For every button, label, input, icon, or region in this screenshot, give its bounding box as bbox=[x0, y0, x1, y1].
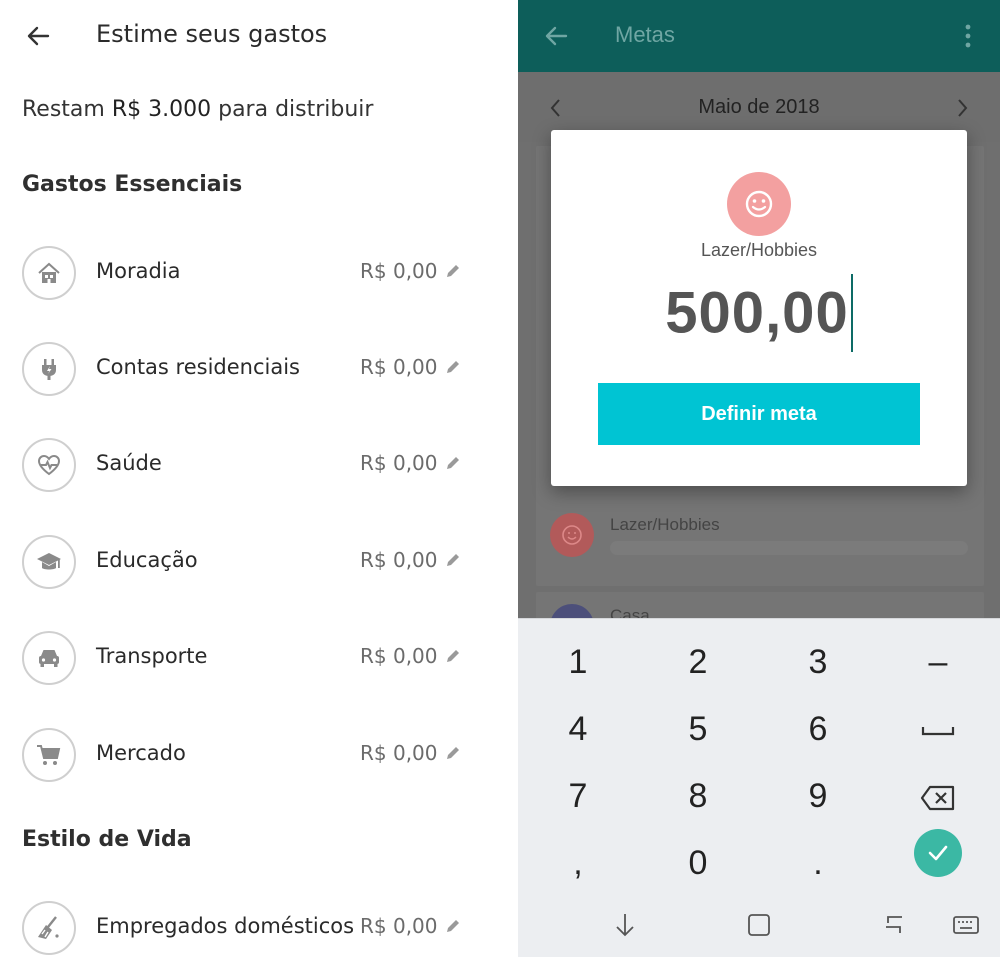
backspace-icon bbox=[920, 785, 955, 811]
set-goal-button[interactable]: Definir meta bbox=[598, 383, 920, 445]
expense-label: Mercado bbox=[96, 741, 186, 765]
goals-screen: Metas Maio de 2018 Lazer/Hobbies Casa La… bbox=[518, 0, 1000, 957]
page-title: Metas bbox=[615, 22, 675, 47]
down-arrow-icon[interactable] bbox=[611, 911, 639, 939]
goal-progress-bar bbox=[610, 541, 968, 555]
section-title-essentials: Gastos Essenciais bbox=[22, 172, 243, 197]
pencil-icon[interactable] bbox=[444, 358, 462, 376]
goal-amount-value: 500,00 bbox=[665, 280, 849, 346]
more-vertical-icon[interactable] bbox=[958, 22, 978, 50]
expense-row-mercado[interactable]: Mercado R$ 0,00 bbox=[0, 715, 518, 795]
remaining-suffix: para distribuir bbox=[218, 97, 374, 122]
expense-row-contas[interactable]: Contas residenciais R$ 0,00 bbox=[0, 329, 518, 409]
key-1[interactable]: 1 bbox=[518, 629, 638, 695]
numeric-keyboard: 1 2 3 – 4 5 6 7 8 9 , 0 . bbox=[518, 618, 1000, 957]
expense-label: Saúde bbox=[96, 451, 162, 475]
pencil-icon[interactable] bbox=[444, 917, 462, 935]
arrow-left-icon[interactable] bbox=[540, 20, 572, 52]
budget-estimate-screen: Estime seus gastos Restam R$ 3.000 para … bbox=[0, 0, 518, 957]
remaining-budget: Restam R$ 3.000 para distribuir bbox=[22, 97, 373, 122]
app-bar: Estime seus gastos bbox=[0, 0, 518, 72]
key-dot[interactable]: . bbox=[758, 830, 878, 896]
key-2[interactable]: 2 bbox=[638, 629, 758, 695]
key-9[interactable]: 9 bbox=[758, 763, 878, 829]
page-title: Estime seus gastos bbox=[96, 20, 328, 48]
broom-icon bbox=[22, 901, 76, 955]
pencil-icon[interactable] bbox=[444, 262, 462, 280]
expense-label: Educação bbox=[96, 548, 198, 572]
expense-amount: R$ 0,00 bbox=[360, 451, 438, 475]
goal-amount-input[interactable]: 500,00 bbox=[551, 274, 967, 356]
plug-icon bbox=[22, 342, 76, 396]
remaining-amount: R$ 3.000 bbox=[111, 97, 212, 122]
car-icon bbox=[22, 631, 76, 685]
house-icon bbox=[22, 246, 76, 300]
key-0[interactable]: 0 bbox=[638, 830, 758, 896]
arrow-left-icon[interactable] bbox=[22, 20, 54, 52]
expense-label: Contas residenciais bbox=[96, 355, 300, 379]
section-title-lifestyle: Estilo de Vida bbox=[22, 827, 192, 852]
pencil-icon[interactable] bbox=[444, 647, 462, 665]
expense-amount: R$ 0,00 bbox=[360, 259, 438, 283]
expense-label: Empregados domésticos bbox=[96, 914, 355, 938]
month-label: Maio de 2018 bbox=[698, 96, 820, 118]
smiley-icon bbox=[550, 513, 594, 557]
expense-row-transporte[interactable]: Transporte R$ 0,00 bbox=[0, 618, 518, 698]
keyboard-icon[interactable] bbox=[952, 911, 980, 939]
expense-amount: R$ 0,00 bbox=[360, 548, 438, 572]
system-nav-bar bbox=[518, 889, 1000, 957]
expense-row-empregados[interactable]: Empregados domésticos R$ 0,00 bbox=[0, 888, 518, 957]
expense-row-moradia[interactable]: Moradia R$ 0,00 bbox=[0, 233, 518, 313]
heart-pulse-icon bbox=[22, 438, 76, 492]
expense-amount: R$ 0,00 bbox=[360, 644, 438, 668]
expense-label: Transporte bbox=[96, 644, 208, 668]
key-3[interactable]: 3 bbox=[758, 629, 878, 695]
key-4[interactable]: 4 bbox=[518, 696, 638, 762]
expense-amount: R$ 0,00 bbox=[360, 914, 438, 938]
back-icon[interactable] bbox=[880, 911, 908, 939]
graduation-cap-icon bbox=[22, 535, 76, 589]
recent-apps-icon[interactable] bbox=[745, 911, 773, 939]
chevron-right-icon[interactable] bbox=[954, 98, 970, 118]
confirm-button[interactable] bbox=[914, 829, 962, 877]
backspace-key[interactable] bbox=[878, 763, 998, 829]
text-caret bbox=[850, 274, 853, 352]
space-key[interactable] bbox=[878, 696, 998, 762]
goal-item-label: Lazer/Hobbies bbox=[610, 515, 720, 534]
key-5[interactable]: 5 bbox=[638, 696, 758, 762]
expense-label: Moradia bbox=[96, 259, 181, 283]
app-bar: Metas bbox=[518, 0, 1000, 72]
key-minus[interactable]: – bbox=[878, 629, 998, 695]
remaining-prefix: Restam bbox=[22, 97, 105, 122]
expense-amount: R$ 0,00 bbox=[360, 741, 438, 765]
space-icon bbox=[921, 727, 955, 736]
check-icon bbox=[928, 845, 948, 861]
smiley-icon bbox=[727, 172, 791, 236]
pencil-icon[interactable] bbox=[444, 551, 462, 569]
expense-amount: R$ 0,00 bbox=[360, 355, 438, 379]
set-goal-dialog: Lazer/Hobbies 500,00 Definir meta bbox=[551, 130, 967, 486]
key-comma[interactable]: , bbox=[518, 830, 638, 896]
pencil-icon[interactable] bbox=[444, 454, 462, 472]
goal-category: Lazer/Hobbies bbox=[700, 240, 818, 260]
key-8[interactable]: 8 bbox=[638, 763, 758, 829]
key-7[interactable]: 7 bbox=[518, 763, 638, 829]
cart-icon bbox=[22, 728, 76, 782]
expense-row-saude[interactable]: Saúde R$ 0,00 bbox=[0, 425, 518, 505]
key-6[interactable]: 6 bbox=[758, 696, 878, 762]
expense-row-educacao[interactable]: Educação R$ 0,00 bbox=[0, 522, 518, 602]
pencil-icon[interactable] bbox=[444, 744, 462, 762]
